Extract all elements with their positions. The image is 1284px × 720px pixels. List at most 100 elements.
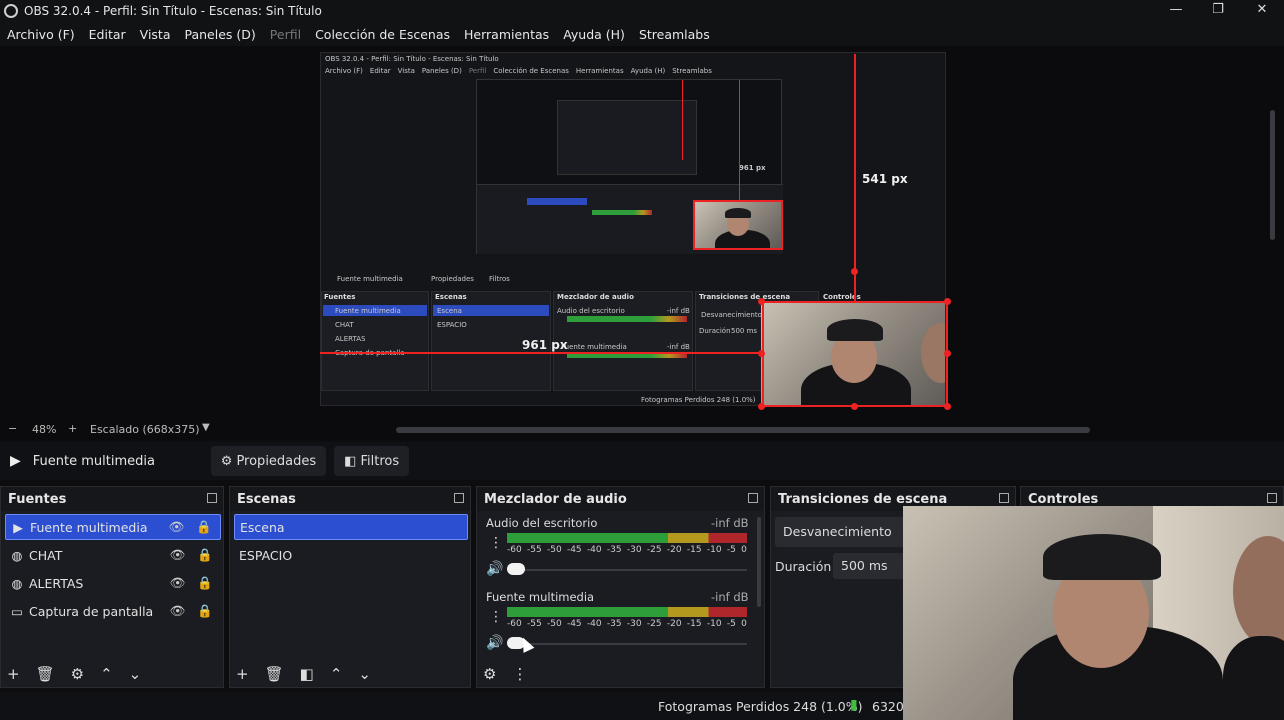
selection-bounding-box[interactable] — [762, 301, 948, 407]
audio-ch1-meter — [507, 533, 747, 543]
handle-top-center[interactable] — [851, 268, 858, 275]
menu-ayuda[interactable]: Ayuda (H) — [563, 27, 625, 42]
play-icon[interactable]: ▶ — [10, 453, 21, 469]
minimize-button[interactable]: — — [1154, 0, 1198, 22]
visibility-eye-icon[interactable]: 👁 — [169, 519, 185, 535]
menu-editar[interactable]: Editar — [89, 27, 126, 42]
tick: -20 — [666, 619, 682, 629]
nested-audio2: Fuente multimedia — [561, 343, 627, 351]
zoom-out-button[interactable]: − — [8, 422, 17, 435]
audio-ch1-menu-icon[interactable]: ⋮ — [489, 535, 503, 551]
handle-bottom-right[interactable] — [944, 403, 951, 410]
nested-deep-vline — [739, 80, 740, 200]
measure-horizontal-line — [320, 352, 762, 354]
globe-icon: ◍ — [11, 575, 23, 591]
visibility-eye-icon[interactable]: 👁 — [170, 547, 186, 563]
menu-paneles[interactable]: Paneles (D) — [185, 27, 256, 42]
escenas-dock: Escenas Escena ESPACIO + 🗑 ◧ ⌃ ⌄ — [229, 486, 471, 688]
handle-top-right[interactable] — [944, 298, 951, 305]
nested-menu-perfil: Perfil — [468, 67, 487, 75]
tick: -35 — [606, 619, 622, 629]
tick: -5 — [726, 545, 736, 555]
audio-ch2-menu-icon[interactable]: ⋮ — [489, 609, 503, 625]
duration-label: Duración — [775, 559, 832, 574]
nested-fade: Desvanecimiento — [701, 311, 762, 319]
restore-button[interactable]: ❐ — [1196, 0, 1240, 22]
speaker-icon[interactable]: 🔊 — [486, 635, 503, 651]
audio-ch2-volume-slider[interactable] — [507, 643, 747, 645]
handle-bottom-center[interactable] — [851, 403, 858, 410]
move-up-icon[interactable]: ⌃ — [330, 665, 343, 683]
lock-icon[interactable]: 🔒 — [197, 547, 213, 563]
lock-icon[interactable]: 🔒 — [197, 575, 213, 591]
advanced-audio-icon[interactable]: ⚙ — [483, 665, 496, 683]
undock-icon[interactable] — [207, 493, 217, 503]
audio-ch1-volume-handle[interactable] — [507, 563, 525, 575]
remove-scene-icon[interactable]: 🗑 — [265, 665, 284, 683]
tick: -35 — [606, 545, 622, 555]
audio-ch1-volume-slider[interactable] — [507, 569, 747, 571]
tick: -60 — [507, 619, 522, 629]
source-row-0[interactable]: ▶ Fuente multimedia 👁 🔒 — [5, 514, 221, 540]
mezclador-dock: Mezclador de audio Audio del escritorio … — [476, 486, 765, 688]
source-row-1[interactable]: ◍ CHAT 👁 🔒 — [5, 542, 221, 568]
move-down-icon[interactable]: ⌄ — [129, 665, 142, 683]
close-button[interactable]: ✕ — [1240, 0, 1284, 22]
menu-vista[interactable]: Vista — [140, 27, 171, 42]
handle-top-left[interactable] — [758, 298, 765, 305]
scene-row-1[interactable]: ESPACIO — [234, 542, 468, 568]
undock-icon[interactable] — [999, 493, 1009, 503]
tick: -10 — [706, 619, 722, 629]
properties-button[interactable]: ⚙ Propiedades — [210, 446, 327, 476]
scene-row-0[interactable]: Escena — [234, 514, 468, 540]
mouse-cursor-icon — [517, 635, 535, 653]
menu-herramientas[interactable]: Herramientas — [464, 27, 549, 42]
scale-dropdown-icon[interactable]: ▼ — [202, 422, 210, 433]
menu-perfil[interactable]: Perfil — [270, 27, 301, 42]
menu-archivo[interactable]: Archivo (F) — [7, 27, 75, 42]
filter-icon: ◧ — [344, 453, 357, 469]
visibility-eye-icon[interactable]: 👁 — [170, 603, 186, 619]
undock-icon[interactable] — [748, 493, 758, 503]
monitor-icon: ▭ — [11, 603, 23, 619]
source-row-2[interactable]: ◍ ALERTAS 👁 🔒 — [5, 570, 221, 596]
tick: -55 — [526, 545, 542, 555]
signal-bars-icon: ▮ — [850, 697, 858, 713]
zoom-in-button[interactable]: + — [68, 422, 77, 435]
source-settings-icon[interactable]: ⚙ — [71, 665, 84, 683]
measure-horizontal-label: 961 px — [522, 338, 568, 352]
undock-icon[interactable] — [454, 493, 464, 503]
person-cap — [1043, 534, 1161, 580]
menu-streamlabs[interactable]: Streamlabs — [639, 27, 710, 42]
mixer-scrollbar[interactable] — [757, 517, 761, 607]
move-up-icon[interactable]: ⌃ — [100, 665, 113, 683]
source-row-3[interactable]: ▭ Captura de pantalla 👁 🔒 — [5, 598, 221, 624]
preview-vertical-scrollbar[interactable] — [1270, 110, 1275, 240]
nested-mezclador-title: Mezclador de audio — [557, 293, 634, 301]
globe-icon: ◍ — [11, 547, 23, 563]
nested-audio1: Audio del escritorio — [557, 307, 625, 315]
visibility-eye-icon[interactable]: 👁 — [170, 575, 186, 591]
preview-horizontal-scrollbar[interactable] — [396, 427, 1090, 433]
add-scene-icon[interactable]: + — [236, 665, 249, 683]
move-down-icon[interactable]: ⌄ — [358, 665, 371, 683]
remove-source-icon[interactable]: 🗑 — [36, 665, 55, 683]
add-source-icon[interactable]: + — [7, 665, 20, 683]
scene-filter-icon[interactable]: ◧ — [300, 665, 314, 683]
filters-button[interactable]: ◧ Filtros — [334, 446, 410, 476]
handle-mid-right[interactable] — [944, 350, 951, 357]
source-label-1: CHAT — [29, 547, 63, 563]
lock-icon[interactable]: 🔒 — [197, 603, 213, 619]
mixer-menu-icon[interactable]: ⋮ — [512, 665, 527, 683]
undock-icon[interactable] — [1267, 493, 1277, 503]
lock-icon[interactable]: 🔒 — [196, 519, 212, 535]
tick: -25 — [646, 545, 662, 555]
handle-mid-left[interactable] — [758, 350, 765, 357]
handle-bottom-left[interactable] — [758, 403, 765, 410]
scaled-label: Escalado (668x375) — [90, 423, 200, 436]
speaker-icon[interactable]: 🔊 — [486, 561, 503, 577]
fuentes-footer: + 🗑 ⚙ ⌃ ⌄ — [7, 665, 141, 683]
menu-coleccion[interactable]: Colección de Escenas — [315, 27, 450, 42]
scene-label-0: Escena — [240, 519, 285, 535]
nested-recursive-preview: 961 px — [476, 79, 783, 254]
